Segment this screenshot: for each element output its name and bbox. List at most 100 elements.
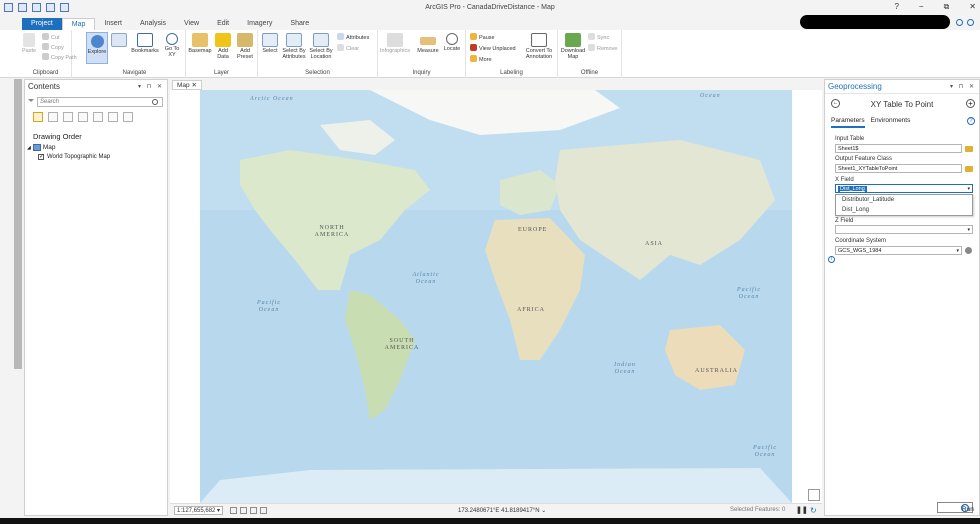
locate-button[interactable]: Locate bbox=[441, 33, 463, 52]
x-field-label: X Field bbox=[835, 177, 854, 183]
ruler-icon bbox=[420, 37, 436, 45]
remove-button[interactable]: Remove bbox=[588, 44, 617, 52]
list-by-data-source-icon[interactable] bbox=[48, 112, 58, 122]
x-field-select[interactable]: Dist_Long ▾ bbox=[835, 184, 973, 193]
pause-labeling-button[interactable]: Pause bbox=[470, 33, 495, 41]
close-button[interactable]: ✕ bbox=[969, 2, 976, 12]
map-tree-item[interactable]: ◢ Map bbox=[25, 141, 167, 151]
select-by-location-button[interactable]: Select By Location bbox=[308, 33, 334, 60]
explore-button[interactable]: Explore bbox=[86, 32, 108, 64]
coordinate-system-field[interactable]: GCS_WGS_1984 ▾ bbox=[835, 246, 962, 255]
close-tab-icon[interactable]: ✕ bbox=[191, 82, 196, 89]
dropdown-arrow-icon[interactable]: ▾ bbox=[967, 226, 970, 234]
help-button[interactable]: ? bbox=[894, 2, 898, 12]
browse-folder-icon[interactable] bbox=[965, 166, 973, 172]
dropdown-option[interactable]: Dist_Long bbox=[836, 205, 972, 215]
view-unplaced-button[interactable]: View Unplaced bbox=[470, 44, 516, 52]
copy-button[interactable]: Copy bbox=[42, 43, 64, 51]
pause-drawing-button[interactable]: ❚❚ bbox=[796, 506, 808, 514]
tab-map-view[interactable]: Map ✕ bbox=[172, 80, 202, 90]
tab-map[interactable]: Map bbox=[61, 18, 96, 30]
fixed-zoom-icon[interactable] bbox=[230, 507, 237, 514]
tab-parameters[interactable]: Parameters bbox=[831, 114, 865, 128]
atlantic-ocean-label: Atlantic Ocean bbox=[412, 272, 440, 285]
sync-button[interactable]: Sync bbox=[588, 33, 609, 41]
select-by-attributes-button[interactable]: Select By Attributes bbox=[281, 33, 307, 60]
paste-button[interactable]: Paste bbox=[22, 33, 36, 54]
list-by-drawing-order-icon[interactable] bbox=[33, 112, 43, 122]
list-by-labeling-icon[interactable] bbox=[108, 112, 118, 122]
table-icon[interactable] bbox=[250, 507, 257, 514]
offline-group-label: Offline bbox=[580, 70, 599, 76]
inquiry-group: Infographics Measure Locate Inquiry bbox=[378, 30, 466, 78]
tab-insert[interactable]: Insert bbox=[95, 18, 131, 30]
add-data-button[interactable]: Add Data bbox=[213, 33, 233, 60]
tab-project[interactable]: Project bbox=[22, 18, 62, 30]
expand-arrow-icon[interactable]: ◢ bbox=[27, 145, 31, 151]
input-table-field[interactable]: Sheet1$ bbox=[835, 144, 962, 153]
refresh-icon[interactable]: ↻ bbox=[810, 506, 817, 515]
convert-to-annotation-button[interactable]: Convert To Annotation bbox=[522, 33, 556, 60]
cut-button[interactable]: Cut bbox=[42, 33, 60, 41]
pane-options-icon[interactable]: ▾ ⊓ ✕ bbox=[950, 80, 979, 93]
filter-icon[interactable] bbox=[28, 99, 34, 106]
browse-folder-icon[interactable] bbox=[965, 146, 973, 152]
navigate-group-label: Navigate bbox=[122, 70, 147, 76]
map-icon bbox=[32, 144, 41, 151]
basemap-button[interactable]: Basemap bbox=[188, 33, 212, 54]
labeling-group: Pause View Unplaced More Convert To Anno… bbox=[466, 30, 558, 78]
list-by-editing-icon[interactable] bbox=[78, 112, 88, 122]
attributes-button[interactable]: Attributes bbox=[337, 33, 369, 41]
search-icon[interactable] bbox=[152, 99, 158, 105]
layer-visibility-checkbox[interactable] bbox=[38, 153, 44, 160]
tab-edit[interactable]: Edit bbox=[208, 18, 238, 30]
more-labeling-button[interactable]: More bbox=[470, 55, 492, 63]
map-scale-input[interactable]: 1:127,655,682 ▾ bbox=[174, 506, 224, 515]
tab-view[interactable]: View bbox=[175, 18, 208, 30]
map-navigator-icon[interactable] bbox=[808, 489, 820, 501]
output-feature-class-field[interactable]: Sheet1_XYTableToPoint bbox=[835, 164, 962, 173]
measure-button[interactable]: Measure bbox=[416, 33, 440, 54]
left-scrollbar[interactable] bbox=[14, 79, 22, 369]
sync-icon bbox=[588, 33, 595, 40]
zoom-tools[interactable] bbox=[110, 33, 128, 48]
asia-label: ASIA bbox=[645, 241, 664, 247]
notifications-icon[interactable] bbox=[956, 19, 963, 26]
add-preset-button[interactable]: Add Preset bbox=[234, 33, 256, 60]
grid-icon[interactable] bbox=[240, 507, 247, 514]
explore-hand-icon bbox=[90, 35, 104, 48]
z-field-select[interactable]: ▾ bbox=[835, 225, 973, 234]
world-topographic-map[interactable] bbox=[200, 90, 792, 503]
go-to-xy-button[interactable]: Go To XY bbox=[161, 33, 183, 58]
dropdown-arrow-icon[interactable]: ▾ bbox=[967, 185, 970, 193]
globe-icon[interactable] bbox=[965, 247, 972, 254]
bookmarks-button[interactable]: Bookmarks bbox=[131, 33, 159, 54]
contents-view-toolbar bbox=[25, 107, 167, 125]
dropdown-arrow-icon[interactable]: ▾ bbox=[956, 247, 959, 255]
select-button[interactable]: Select bbox=[260, 33, 280, 54]
infographics-button[interactable]: Infographics bbox=[380, 33, 410, 54]
pane-options-icon[interactable]: ▾ ⊓ ✕ bbox=[138, 80, 167, 94]
tab-analysis[interactable]: Analysis bbox=[131, 18, 175, 30]
run-button[interactable]: Run bbox=[937, 502, 974, 513]
minimize-button[interactable]: − bbox=[919, 2, 924, 12]
map-view[interactable]: Arctic Ocean Ocean NORTH AMERICA EUROPE … bbox=[170, 90, 822, 503]
sound-icon[interactable] bbox=[260, 507, 267, 514]
view-unplaced-icon bbox=[470, 44, 477, 51]
restore-button[interactable]: ⧉ bbox=[944, 2, 950, 12]
list-by-selection-icon[interactable] bbox=[63, 112, 73, 122]
contents-search-input[interactable]: Search bbox=[37, 97, 163, 107]
tab-environments[interactable]: Environments bbox=[871, 114, 911, 128]
collapse-ribbon-icon[interactable] bbox=[967, 19, 974, 26]
add-tool-button[interactable]: + bbox=[966, 99, 975, 108]
help-icon[interactable]: ? bbox=[967, 117, 975, 125]
copy-path-button[interactable]: Copy Path bbox=[42, 53, 77, 61]
layer-tree-item[interactable]: World Topographic Map bbox=[25, 151, 167, 160]
clear-selection-button[interactable]: Clear bbox=[337, 44, 359, 52]
list-by-perspective-icon[interactable] bbox=[123, 112, 133, 122]
download-map-button[interactable]: Download Map bbox=[560, 33, 586, 60]
dropdown-option[interactable]: Distributor_Latitude bbox=[836, 195, 972, 205]
tab-imagery[interactable]: Imagery bbox=[238, 18, 281, 30]
tab-share[interactable]: Share bbox=[281, 18, 318, 30]
list-by-snapping-icon[interactable] bbox=[93, 112, 103, 122]
